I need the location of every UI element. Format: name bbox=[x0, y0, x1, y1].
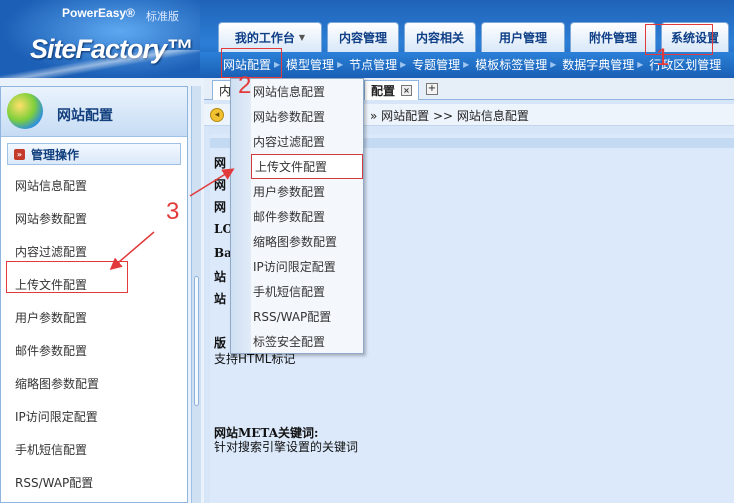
tab-content-management[interactable]: 内容管理 bbox=[327, 22, 399, 52]
annotation-box-site-config bbox=[221, 48, 282, 78]
back-arrow-icon[interactable]: ◂ bbox=[210, 107, 224, 122]
brand-small-text: PowerEasy® bbox=[62, 6, 135, 20]
sidebar-item-site-params[interactable]: 网站参数配置 bbox=[1, 202, 187, 235]
subnav-node-management[interactable]: 节点管理 ▸ bbox=[346, 56, 409, 73]
site-config-dropdown-menu: 网站信息配置 网站参数配置 内容过滤配置 上传文件配置 用户参数配置 邮件参数配… bbox=[230, 78, 364, 354]
tab-label: 附件管理 bbox=[588, 31, 637, 45]
arrow-right-icon: ▸ bbox=[550, 57, 557, 71]
subnav-label: 专题管理 bbox=[412, 57, 461, 72]
menu-item-tag-security[interactable]: 标签安全配置 bbox=[252, 329, 364, 354]
tab-attachment-management[interactable]: 附件管理 bbox=[570, 22, 656, 52]
subnav-label: 模型管理 bbox=[286, 57, 335, 72]
field-label: 网 bbox=[214, 200, 227, 214]
sidebar-item-sms-config[interactable]: 手机短信配置 bbox=[1, 433, 187, 466]
menu-item-upload-config[interactable]: 上传文件配置 bbox=[251, 154, 363, 179]
menu-item-content-filter[interactable]: 内容过滤配置 bbox=[252, 129, 364, 154]
sidebar-item-rss-wap[interactable]: RSS/WAP配置 bbox=[1, 466, 187, 499]
sidebar-section-header[interactable]: » 管理操作 bbox=[7, 143, 181, 165]
annotation-number-1: 1 bbox=[656, 44, 670, 71]
annotation-number-3: 3 bbox=[166, 198, 180, 225]
breadcrumb-path: » 网站配置 >> 网站信息配置 bbox=[370, 109, 529, 123]
menu-item-ip-restrict[interactable]: IP访问限定配置 bbox=[252, 254, 364, 279]
arrow-right-icon: ▸ bbox=[637, 57, 644, 71]
add-tab-icon[interactable]: + bbox=[426, 83, 438, 95]
subnav-topic-management[interactable]: 专题管理 ▸ bbox=[409, 56, 472, 73]
menu-item-sms-config[interactable]: 手机短信配置 bbox=[252, 279, 364, 304]
doc-tab-label: 配置 bbox=[371, 84, 396, 98]
splitter-grip-handle[interactable] bbox=[194, 276, 199, 406]
subnav-label: 数据字典管理 bbox=[562, 57, 635, 72]
doc-tab-active-config[interactable]: 配置 × bbox=[364, 80, 420, 100]
tab-label: 内容相关 bbox=[416, 31, 465, 45]
menu-item-thumbnail-params[interactable]: 缩略图参数配置 bbox=[252, 229, 364, 254]
arrow-right-icon: ▸ bbox=[400, 57, 407, 71]
sidebar-item-user-params[interactable]: 用户参数配置 bbox=[1, 301, 187, 334]
menu-item-rss-wap[interactable]: RSS/WAP配置 bbox=[252, 304, 364, 329]
subnav-label: 节点管理 bbox=[349, 57, 398, 72]
field-label: 版 bbox=[214, 336, 227, 350]
tab-label: 我的工作台 bbox=[234, 31, 295, 45]
tab-label: 内容管理 bbox=[339, 31, 388, 45]
tab-label: 用户管理 bbox=[498, 31, 547, 45]
tab-user-management[interactable]: 用户管理 bbox=[481, 22, 565, 52]
sidebar-splitter[interactable] bbox=[191, 86, 201, 503]
field-label: 站 bbox=[214, 292, 227, 306]
section-bullet-icon: » bbox=[14, 148, 25, 160]
chevron-down-icon: ▼ bbox=[298, 33, 306, 42]
sidebar-item-thumbnail-params[interactable]: 缩略图参数配置 bbox=[1, 367, 187, 400]
arrow-right-icon: ▸ bbox=[337, 57, 344, 71]
arrow-right-icon: ▸ bbox=[463, 57, 470, 71]
close-icon[interactable]: × bbox=[401, 85, 413, 96]
subnav-label: 模板标签管理 bbox=[475, 57, 548, 72]
sidebar-item-site-info[interactable]: 网站信息配置 bbox=[1, 169, 187, 202]
annotation-box-sidebar-upload bbox=[6, 261, 128, 293]
menu-side-strip bbox=[231, 79, 251, 353]
menu-item-mail-params[interactable]: 邮件参数配置 bbox=[252, 204, 364, 229]
field-label: 网 bbox=[214, 156, 227, 170]
sidebar-header: 网站配置 bbox=[1, 87, 187, 137]
subnav-dictionary-management[interactable]: 数据字典管理 ▸ bbox=[559, 56, 646, 73]
field-label: 网 bbox=[214, 178, 227, 192]
sidebar-list: 网站信息配置 网站参数配置 内容过滤配置 上传文件配置 用户参数配置 邮件参数配… bbox=[1, 169, 187, 499]
site-config-icon bbox=[7, 93, 43, 129]
menu-item-site-info[interactable]: 网站信息配置 bbox=[252, 79, 364, 104]
left-sidebar: 网站配置 » 管理操作 网站信息配置 网站参数配置 内容过滤配置 上传文件配置 … bbox=[0, 86, 188, 503]
sidebar-title: 网站配置 bbox=[57, 108, 113, 124]
logo-swoosh bbox=[0, 50, 200, 78]
subnav-model-management[interactable]: 模型管理 ▸ bbox=[283, 56, 346, 73]
subnav-template-tag-management[interactable]: 模板标签管理 ▸ bbox=[472, 56, 559, 73]
menu-item-site-params[interactable]: 网站参数配置 bbox=[252, 104, 364, 129]
sidebar-item-ip-restrict[interactable]: IP访问限定配置 bbox=[1, 400, 187, 433]
section-label: 管理操作 bbox=[31, 147, 80, 162]
edition-label: 标准版 bbox=[146, 10, 179, 23]
field-label: 站 bbox=[214, 270, 227, 284]
annotation-number-2: 2 bbox=[238, 72, 252, 99]
meta-keywords-description: 针对搜索引擎设置的关键词 bbox=[214, 440, 359, 454]
sidebar-item-mail-params[interactable]: 邮件参数配置 bbox=[1, 334, 187, 367]
tab-content-related[interactable]: 内容相关 bbox=[404, 22, 476, 52]
menu-item-user-params[interactable]: 用户参数配置 bbox=[252, 179, 364, 204]
